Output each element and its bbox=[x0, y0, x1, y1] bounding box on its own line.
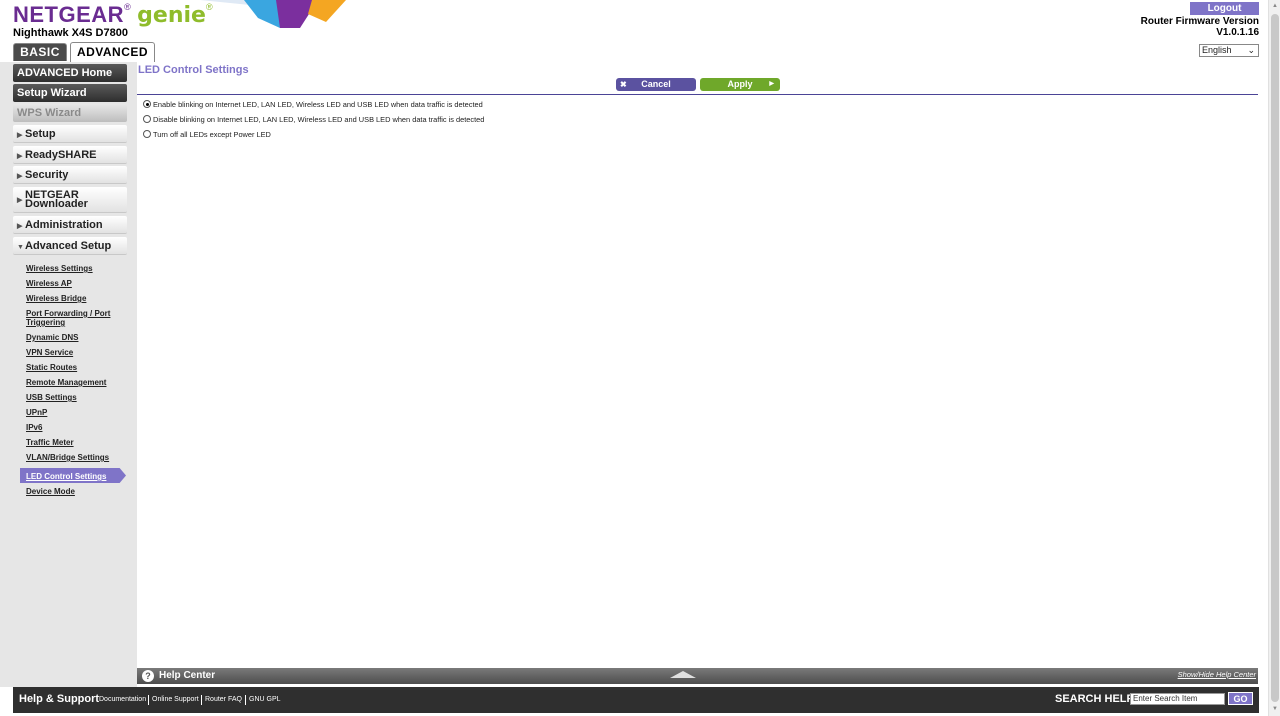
footer: Help & Support Documentation Online Supp… bbox=[13, 687, 1259, 713]
product-name: genie bbox=[137, 3, 206, 28]
nav-setup-wizard[interactable]: Setup Wizard bbox=[13, 84, 127, 102]
sidebar-item-usb-settings[interactable]: USB Settings bbox=[26, 393, 77, 402]
footer-link-gnu-gpl[interactable]: GNU GPL bbox=[249, 696, 281, 703]
sidebar-item-led-control-label[interactable]: LED Control Settings bbox=[26, 472, 106, 481]
router-model: Nighthawk X4S D7800 bbox=[13, 27, 128, 39]
triangle-down-icon: ▼ bbox=[17, 244, 24, 251]
language-select[interactable]: English ⌄ bbox=[1199, 44, 1259, 57]
sidebar-item-device-mode[interactable]: Device Mode bbox=[26, 487, 75, 496]
help-center-bar: ? Help Center Show/Hide Help Center bbox=[137, 668, 1258, 684]
tab-advanced[interactable]: ADVANCED bbox=[70, 42, 155, 62]
triangle-right-icon: ▶ bbox=[17, 132, 23, 139]
sidebar-item-port-forwarding[interactable]: Port Forwarding / Port bbox=[26, 309, 110, 318]
arrow-right-icon: ▶ bbox=[769, 81, 774, 87]
footer-divider bbox=[148, 695, 149, 705]
logout-button[interactable]: Logout bbox=[1190, 2, 1259, 15]
header: NETGEAR® genie® Nighthawk X4S D7800 BASI… bbox=[0, 0, 1280, 62]
nav-section-security[interactable]: ▶ Security bbox=[13, 166, 127, 184]
footer-divider bbox=[201, 695, 202, 705]
nav-advanced-home[interactable]: ADVANCED Home bbox=[13, 64, 127, 82]
triangle-right-icon: ▶ bbox=[17, 223, 23, 230]
chevron-down-icon: ⌄ bbox=[1247, 45, 1255, 55]
title-divider bbox=[137, 94, 1258, 95]
nav-section-administration[interactable]: ▶ Administration bbox=[13, 216, 127, 234]
search-help-label: SEARCH HELP bbox=[1055, 693, 1134, 705]
page-title: LED Control Settings bbox=[138, 64, 249, 76]
footer-link-router-faq[interactable]: Router FAQ bbox=[205, 696, 242, 703]
triangle-right-icon: ▶ bbox=[17, 173, 23, 180]
netgear-genie-logo: NETGEAR® genie® bbox=[13, 2, 213, 28]
main-content: LED Control Settings ✖ Cancel Apply ▶ En… bbox=[137, 62, 1258, 668]
sidebar-item-dynamic-dns[interactable]: Dynamic DNS bbox=[26, 333, 78, 342]
sidebar-item-traffic-meter[interactable]: Traffic Meter bbox=[26, 438, 74, 447]
sidebar-item-remote-management[interactable]: Remote Management bbox=[26, 378, 106, 387]
nav-section-netgear-downloader[interactable]: ▶ NETGEAR Downloader bbox=[13, 187, 127, 213]
apply-button[interactable]: Apply ▶ bbox=[700, 78, 780, 91]
footer-link-online-support[interactable]: Online Support bbox=[152, 696, 199, 703]
sidebar-item-wireless-settings[interactable]: Wireless Settings bbox=[26, 264, 93, 273]
footer-title: Help & Support bbox=[19, 693, 100, 705]
expand-arrow-icon[interactable] bbox=[670, 671, 696, 678]
nav-section-advanced-setup[interactable]: ▼Advanced Setup bbox=[13, 237, 127, 255]
radio-enable-blinking[interactable] bbox=[143, 100, 151, 108]
help-icon: ? bbox=[142, 670, 154, 682]
scroll-up-icon[interactable]: ▲ bbox=[1272, 3, 1278, 9]
option-leds-off[interactable]: Turn off all LEDs except Power LED bbox=[143, 130, 271, 139]
sidebar-item-upnp[interactable]: UPnP bbox=[26, 408, 47, 417]
option-enable-blinking[interactable]: Enable blinking on Internet LED, LAN LED… bbox=[143, 100, 483, 109]
search-go-button[interactable]: GO bbox=[1228, 692, 1253, 705]
show-hide-help-link[interactable]: Show/Hide Help Center bbox=[1178, 670, 1256, 679]
nav-wps-wizard[interactable]: WPS Wizard bbox=[13, 104, 127, 122]
sidebar: ADVANCED Home Setup Wizard WPS Wizard ▶ S… bbox=[0, 62, 137, 687]
brand-name: NETGEAR bbox=[13, 2, 125, 27]
scrollbar-thumb[interactable] bbox=[1271, 14, 1279, 702]
firmware-label: Router Firmware Version bbox=[1140, 16, 1259, 27]
triangle-right-icon: ▶ bbox=[17, 153, 23, 160]
radio-leds-off[interactable] bbox=[143, 130, 151, 138]
sidebar-item-wireless-ap[interactable]: Wireless AP bbox=[26, 279, 72, 288]
tab-basic[interactable]: BASIC bbox=[13, 43, 67, 61]
firmware-version: V1.0.1.16 bbox=[1216, 27, 1259, 38]
page-scrollbar[interactable]: ▲ ▼ bbox=[1268, 0, 1280, 716]
logo-decoration bbox=[200, 0, 346, 28]
sidebar-item-ipv6[interactable]: IPv6 bbox=[26, 423, 42, 432]
triangle-right-icon: ▶ bbox=[17, 197, 23, 204]
help-center-title: Help Center bbox=[159, 670, 216, 681]
nav-section-readyshare[interactable]: ▶ ReadySHARE bbox=[13, 146, 127, 164]
nav-section-setup[interactable]: ▶ Setup bbox=[13, 125, 127, 143]
footer-divider bbox=[245, 695, 246, 705]
option-disable-blinking[interactable]: Disable blinking on Internet LED, LAN LE… bbox=[143, 115, 484, 124]
sidebar-item-port-triggering[interactable]: Triggering bbox=[26, 318, 65, 327]
sidebar-item-vlan-bridge-settings[interactable]: VLAN/Bridge Settings bbox=[26, 453, 109, 462]
search-help-input[interactable]: Enter Search Item bbox=[1130, 693, 1225, 705]
cancel-button[interactable]: ✖ Cancel bbox=[616, 78, 696, 91]
language-value: English bbox=[1202, 45, 1232, 55]
sidebar-item-static-routes[interactable]: Static Routes bbox=[26, 363, 77, 372]
scroll-down-icon[interactable]: ▼ bbox=[1272, 706, 1278, 712]
radio-disable-blinking[interactable] bbox=[143, 115, 151, 123]
footer-link-documentation[interactable]: Documentation bbox=[99, 696, 146, 703]
sidebar-item-vpn-service[interactable]: VPN Service bbox=[26, 348, 73, 357]
sidebar-item-wireless-bridge[interactable]: Wireless Bridge bbox=[26, 294, 86, 303]
